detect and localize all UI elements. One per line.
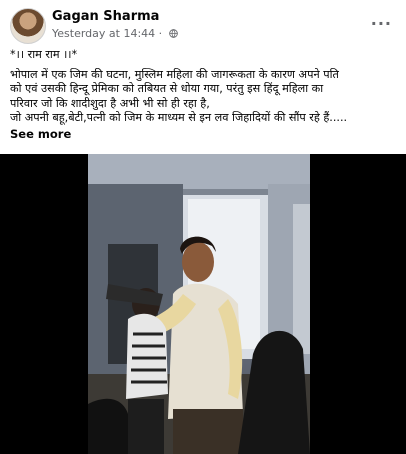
video-still-image bbox=[88, 154, 310, 454]
timestamp[interactable]: Yesterday at 14:44 bbox=[52, 27, 155, 40]
post-text-line: भोपाल में एक जिम की घटना, मुस्लिम महिला … bbox=[10, 67, 339, 81]
meta-separator: · bbox=[158, 27, 163, 40]
video-frame bbox=[88, 154, 310, 454]
globe-icon[interactable] bbox=[168, 29, 178, 38]
see-more-link[interactable]: See more bbox=[10, 127, 402, 142]
more-options-icon[interactable]: ··· bbox=[371, 14, 392, 33]
post-text: *।। राम राम ।।* भोपाल में एक जिम की घटना… bbox=[10, 48, 402, 141]
post-meta: Yesterday at 14:44 · bbox=[52, 27, 178, 40]
author-name[interactable]: Gagan Sharma bbox=[52, 9, 159, 24]
post-text-line: *।। राम राम ।।* bbox=[10, 48, 78, 61]
video-player[interactable] bbox=[0, 154, 406, 454]
post-text-line: परिवार जो कि शादीशुदा है अभी भी सो ही रह… bbox=[10, 96, 210, 110]
post-header: Gagan Sharma Yesterday at 14:44 · ··· bbox=[0, 0, 406, 46]
avatar[interactable] bbox=[10, 8, 46, 44]
post-text-line: को एवं उसकी हिन्दू प्रेमिका को तबियत से … bbox=[10, 82, 324, 95]
post-text-line: जो अपनी बहू,बेटी,पत्नी को जिम के माध्यम … bbox=[10, 111, 348, 124]
